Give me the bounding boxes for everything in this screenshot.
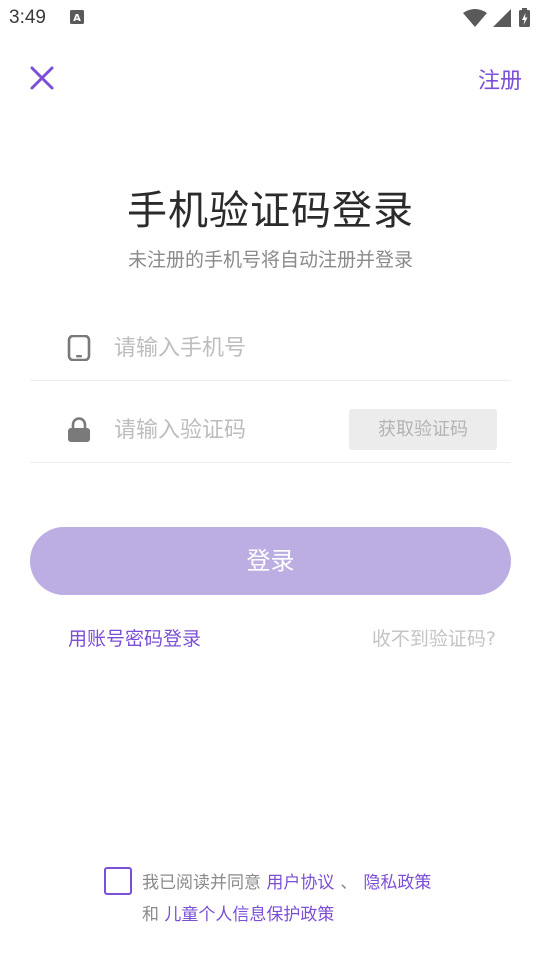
agreement-line-2: 和 儿童个人信息保护政策 (142, 900, 334, 925)
agreement-and: 和 (142, 905, 159, 925)
privacy-policy-link[interactable]: 隐私政策 (363, 873, 431, 893)
phone-row (30, 298, 511, 381)
get-code-button[interactable]: 获取验证码 (349, 409, 497, 450)
child-policy-link[interactable]: 儿童个人信息保护政策 (164, 905, 334, 925)
battery-charging-icon (519, 8, 530, 27)
wifi-icon (463, 9, 487, 27)
no-code-link[interactable]: 收不到验证码? (372, 624, 496, 651)
close-icon[interactable] (26, 62, 58, 94)
page-subtitle: 未注册的手机号将自动注册并登录 (127, 249, 413, 271)
phone-icon (67, 335, 91, 361)
status-bar: 3:49 A (0, 0, 541, 36)
status-time: 3:49 (9, 7, 46, 28)
lock-icon (68, 417, 90, 442)
status-icons (463, 8, 530, 27)
svg-text:A: A (73, 13, 81, 24)
agreement-line-1: 我已阅读并同意 用户协议、隐私政策 (142, 868, 431, 893)
page-title: 手机验证码登录 (127, 188, 414, 234)
agreement-separator: 、 (340, 873, 358, 893)
code-input[interactable] (114, 410, 334, 450)
cell-signal-icon (493, 9, 511, 27)
text-a-icon: A (70, 10, 84, 24)
code-row: 获取验证码 (30, 380, 511, 463)
password-login-link[interactable]: 用账号密码登录 (68, 624, 201, 651)
login-button[interactable]: 登录 (30, 527, 511, 595)
user-agreement-link[interactable]: 用户协议 (266, 873, 334, 893)
agreement-prefix: 我已阅读并同意 (142, 873, 261, 893)
agreement-checkbox[interactable] (104, 867, 132, 895)
phone-input[interactable] (114, 328, 494, 368)
register-link[interactable]: 注册 (478, 63, 522, 95)
